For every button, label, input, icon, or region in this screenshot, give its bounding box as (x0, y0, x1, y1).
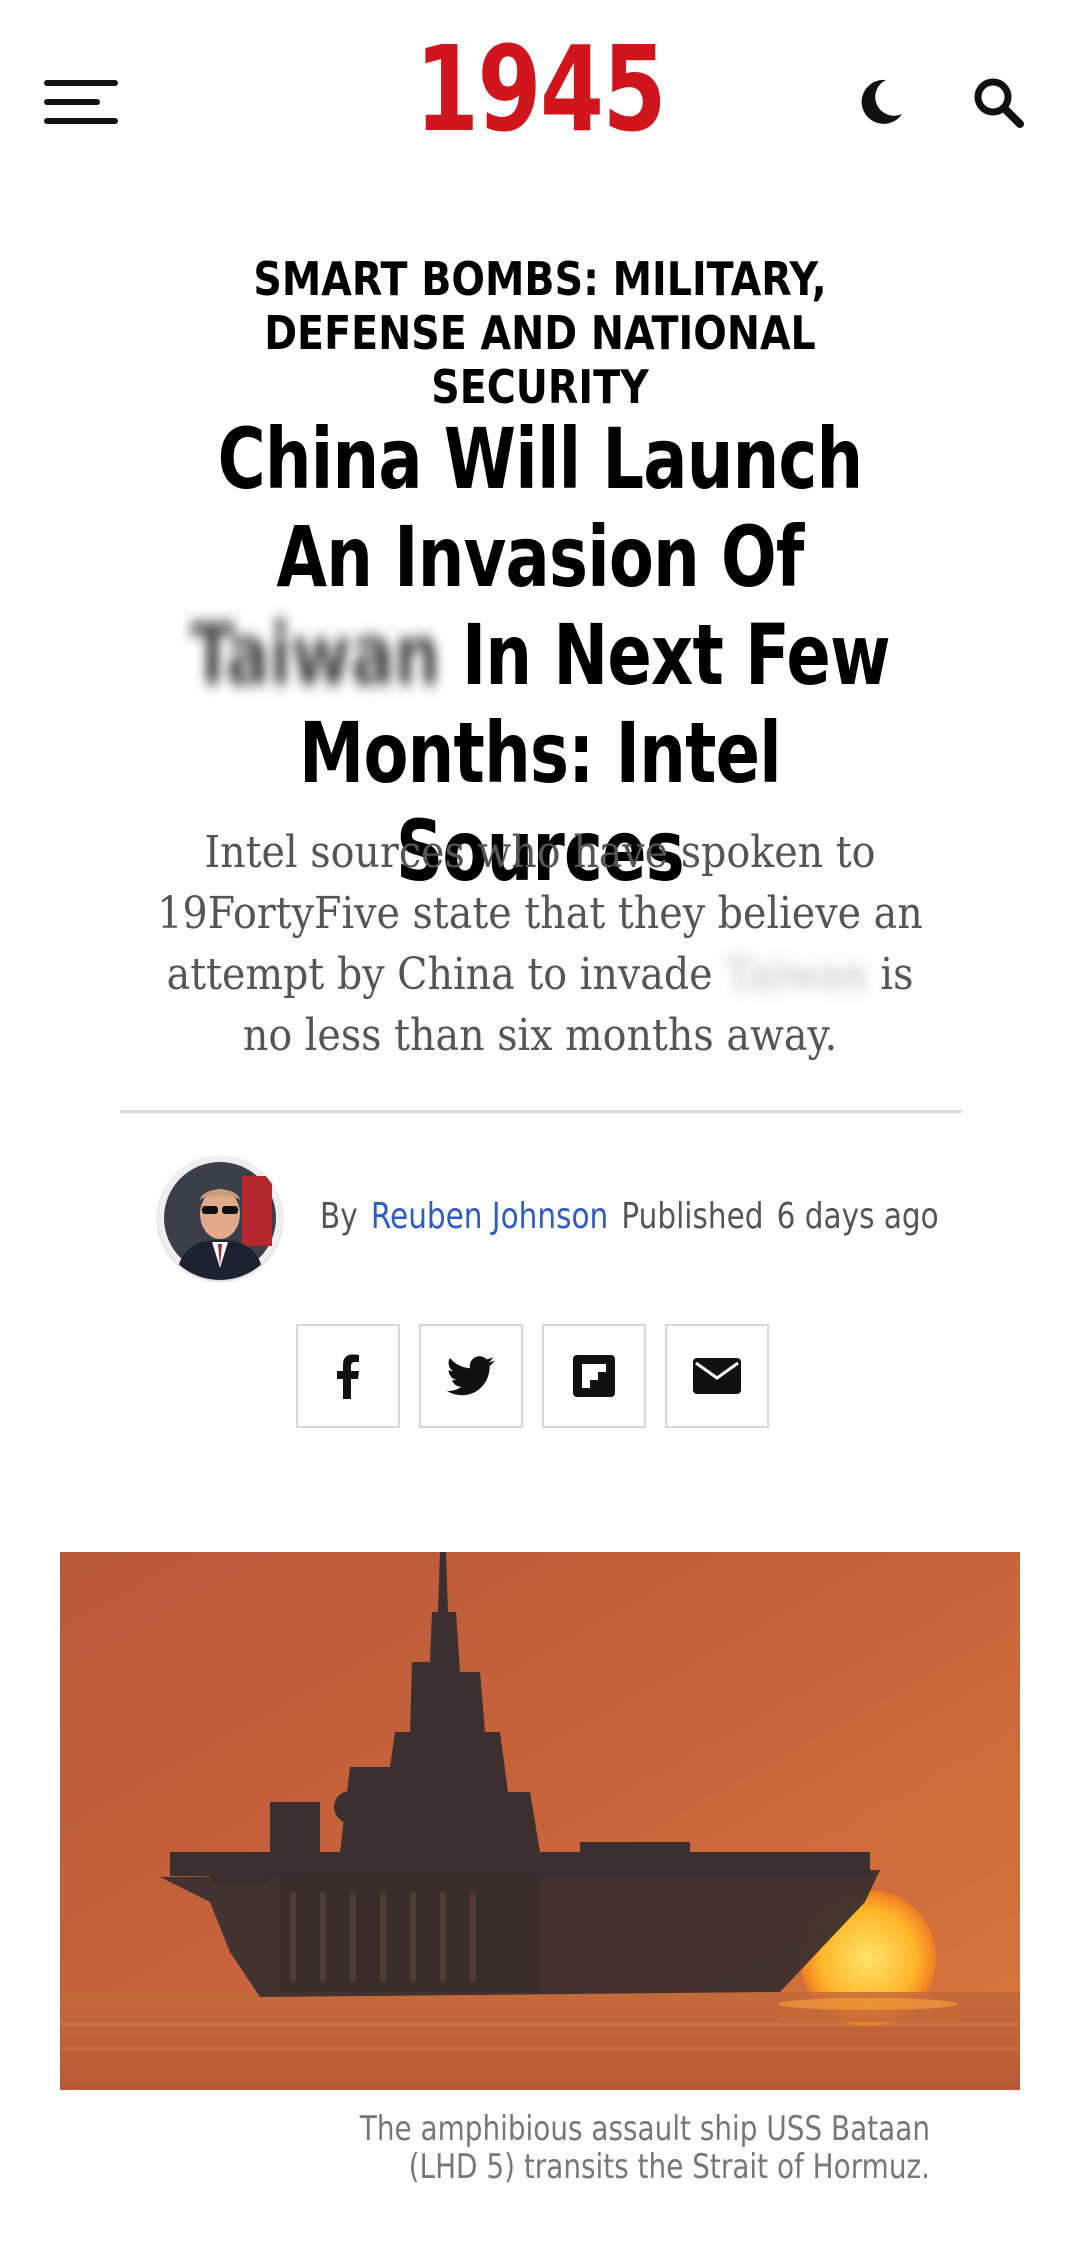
share-twitter-button[interactable] (419, 1324, 523, 1428)
twitter-icon (447, 1356, 495, 1396)
article-category-link[interactable]: Smart Bombs: Military, Defense and Natio… (153, 252, 927, 414)
article-subtitle: Intel sources who have spoken to 19Forty… (153, 822, 927, 1066)
flipboard-icon (573, 1355, 615, 1397)
by-label: By (320, 1196, 358, 1237)
author-avatar[interactable] (158, 1156, 282, 1280)
title-text-start: China Will Launch An Invasion Of (217, 410, 864, 606)
article-byline: By Reuben Johnson Published 6 days ago (320, 1192, 939, 1242)
title-redacted-word: Taiwan (190, 606, 440, 704)
author-link[interactable]: Reuben Johnson (371, 1196, 608, 1237)
subtitle-redacted-word: Taiwan (725, 949, 868, 1000)
facebook-icon (337, 1354, 359, 1399)
published-label: Published (621, 1196, 764, 1237)
share-flipboard-button[interactable] (542, 1324, 646, 1428)
search-icon[interactable] (970, 74, 1026, 130)
moon-icon[interactable] (852, 74, 908, 130)
divider (120, 1110, 962, 1113)
article-hero-image[interactable] (60, 1552, 1020, 2090)
image-caption: The amphibious assault ship USS Bataan (… (359, 2109, 930, 2187)
share-facebook-button[interactable] (296, 1324, 400, 1428)
hamburger-menu-icon[interactable] (44, 78, 118, 126)
share-email-button[interactable] (665, 1324, 769, 1428)
email-icon (693, 1358, 741, 1394)
site-header: 1945 (0, 0, 1080, 200)
published-time: 6 days ago (776, 1196, 939, 1237)
site-logo[interactable]: 1945 (119, 30, 961, 148)
